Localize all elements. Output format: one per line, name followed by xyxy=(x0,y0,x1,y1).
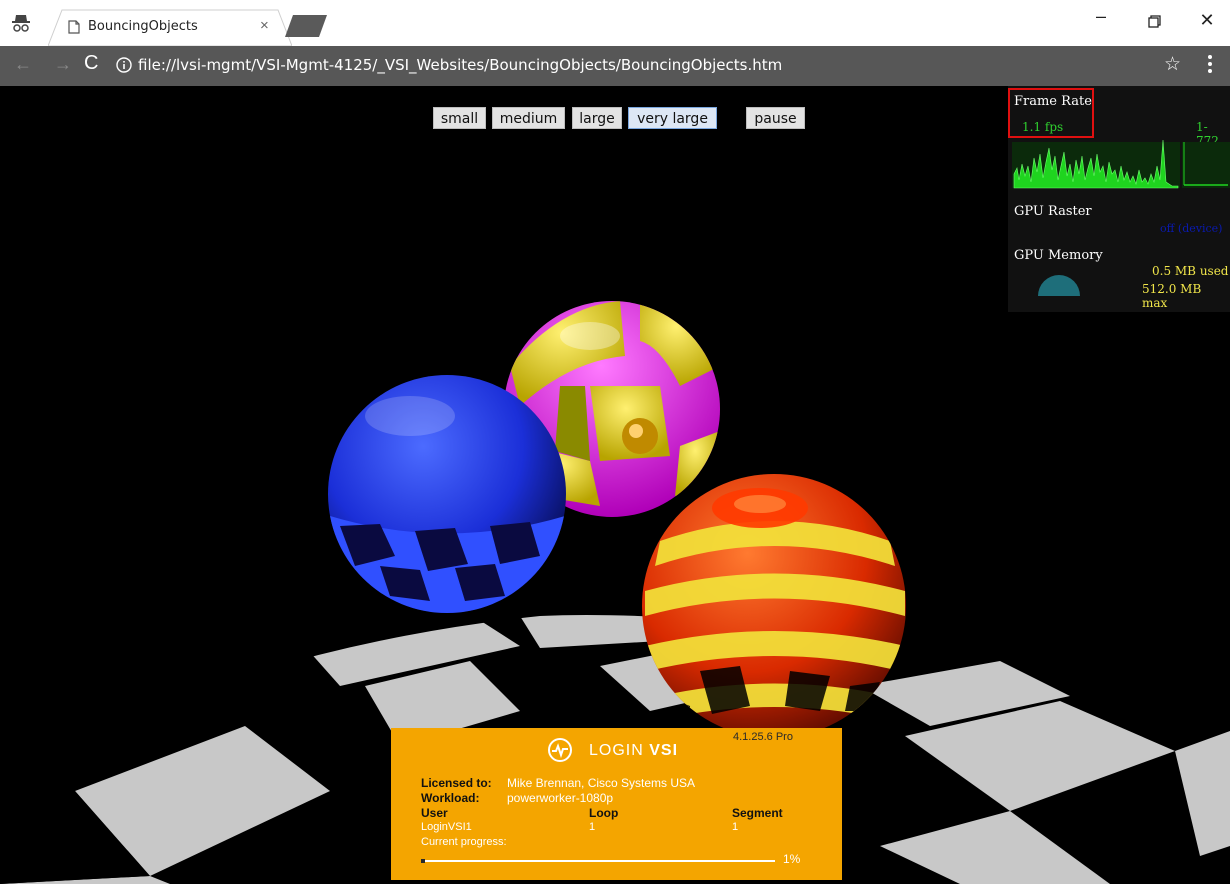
title-bar: BouncingObjects × – ✕ xyxy=(0,0,1230,46)
logo-text-bold: VSI xyxy=(649,742,679,759)
segment-column-header: Segment xyxy=(732,806,783,820)
forward-button[interactable]: → xyxy=(54,54,72,75)
blue-sphere xyxy=(328,375,566,613)
frame-rate-title: Frame Rate xyxy=(1014,94,1092,109)
incognito-icon xyxy=(12,15,30,32)
bookmark-star-icon[interactable]: ☆ xyxy=(1164,53,1181,76)
user-value: LoginVSI1 xyxy=(421,821,472,833)
fps-hud: Frame Rate 1.1 fps 1-772 GPU Raster off … xyxy=(1008,86,1230,312)
user-column-header: User xyxy=(421,806,448,820)
size-button-very-large[interactable]: very large xyxy=(628,107,717,129)
workload-value: powerworker-1080p xyxy=(507,791,614,805)
restore-button[interactable] xyxy=(1140,10,1168,34)
gpu-memory-max: 512.0 MB max xyxy=(1142,282,1202,310)
tab-title: BouncingObjects xyxy=(88,19,198,34)
vsi-version: 4.1.25.6 Pro xyxy=(733,731,793,743)
fps-value: 1.1 fps xyxy=(1022,120,1064,134)
progress-bar-fill xyxy=(421,859,425,863)
gpu-raster-title: GPU Raster xyxy=(1014,204,1092,219)
progress-percent: 1% xyxy=(783,852,801,866)
page-icon xyxy=(68,20,80,34)
licensed-to-label: Licensed to: xyxy=(421,776,492,790)
logo-text-light: LOGIN xyxy=(589,742,650,759)
new-tab-button[interactable] xyxy=(285,15,327,37)
login-vsi-panel: LOGIN VSI 4.1.25.6 Pro Licensed to: Mike… xyxy=(391,728,842,880)
close-window-button[interactable]: ✕ xyxy=(1193,10,1221,34)
gpu-raster-value: off (device) xyxy=(1160,222,1223,235)
login-vsi-logo: LOGIN VSI xyxy=(589,742,678,760)
login-vsi-logo-icon xyxy=(548,738,572,762)
fps-graph xyxy=(1012,139,1230,189)
size-button-large[interactable]: large xyxy=(572,107,622,129)
licensed-to-value: Mike Brennan, Cisco Systems USA xyxy=(507,776,696,790)
size-button-medium[interactable]: medium xyxy=(492,107,565,129)
gpu-memory-title: GPU Memory xyxy=(1014,248,1103,263)
segment-value: 1 xyxy=(732,821,739,833)
address-bar[interactable]: file://lvsi-mgmt/VSI-Mgmt-4125/_VSI_Webs… xyxy=(138,56,782,74)
workload-label: Workload: xyxy=(421,791,480,805)
info-icon[interactable] xyxy=(116,57,132,73)
tab-bouncing-objects[interactable]: BouncingObjects × xyxy=(48,8,292,46)
loop-column-header: Loop xyxy=(589,806,619,820)
loop-value: 1 xyxy=(589,821,596,833)
progress-bar xyxy=(421,859,775,863)
back-button[interactable]: ← xyxy=(14,54,32,75)
red-yellow-sphere xyxy=(642,474,906,738)
size-button-small[interactable]: small xyxy=(433,107,486,129)
progress-label: Current progress: xyxy=(421,836,507,848)
pause-button[interactable]: pause xyxy=(746,107,805,129)
gpu-memory-used: 0.5 MB used xyxy=(1152,264,1229,278)
reload-button[interactable]: C xyxy=(84,52,98,75)
close-tab-icon[interactable]: × xyxy=(260,17,269,34)
gpu-memory-gauge xyxy=(1038,275,1080,296)
address-toolbar: ← → C file://lvsi-mgmt/VSI-Mgmt-4125/_VS… xyxy=(0,46,1230,86)
minimize-button[interactable]: – xyxy=(1087,6,1115,30)
menu-kebab-icon[interactable] xyxy=(1208,55,1214,75)
page-viewport: small medium large very large pause Fram… xyxy=(0,86,1230,884)
